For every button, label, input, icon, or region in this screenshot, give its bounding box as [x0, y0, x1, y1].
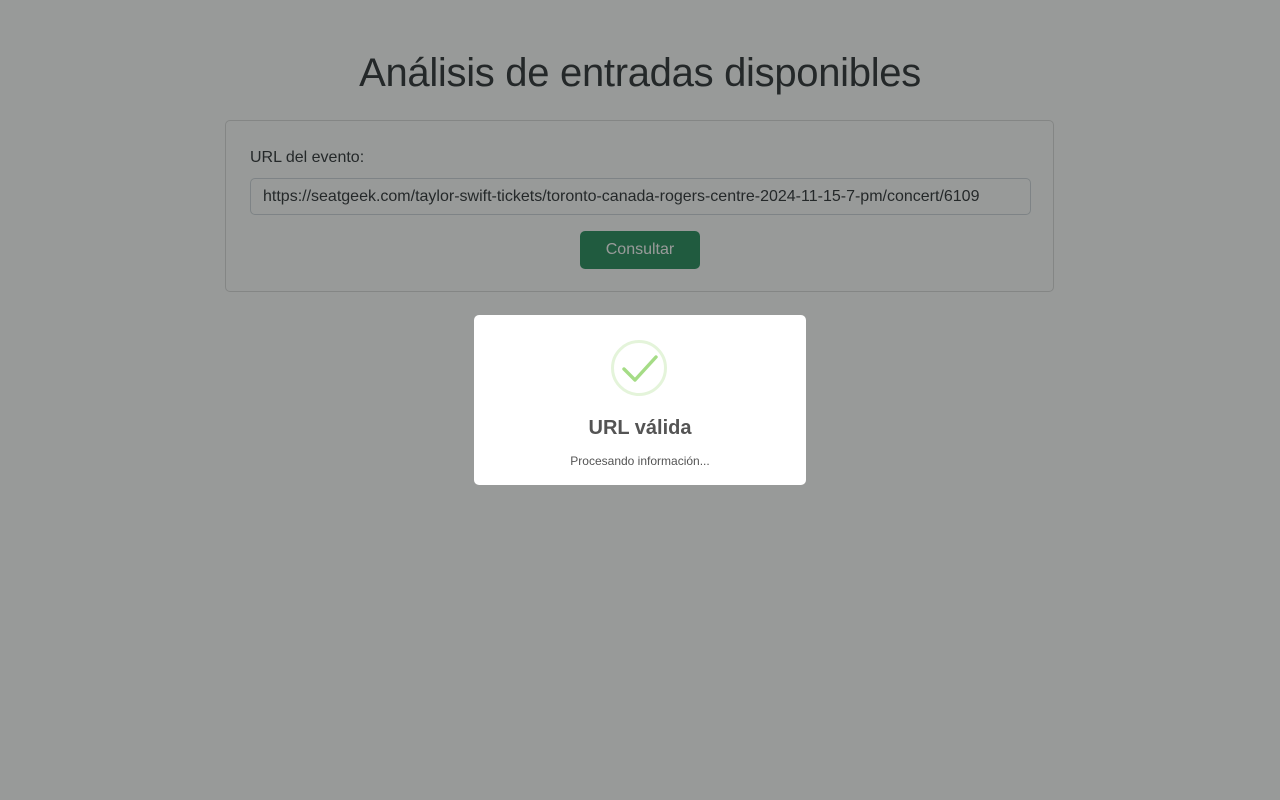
success-checkmark-icon — [611, 340, 667, 396]
modal-message: Procesando información... — [570, 454, 710, 468]
modal-title: URL válida — [588, 417, 692, 439]
success-modal: URL válida Procesando información... — [474, 315, 806, 485]
